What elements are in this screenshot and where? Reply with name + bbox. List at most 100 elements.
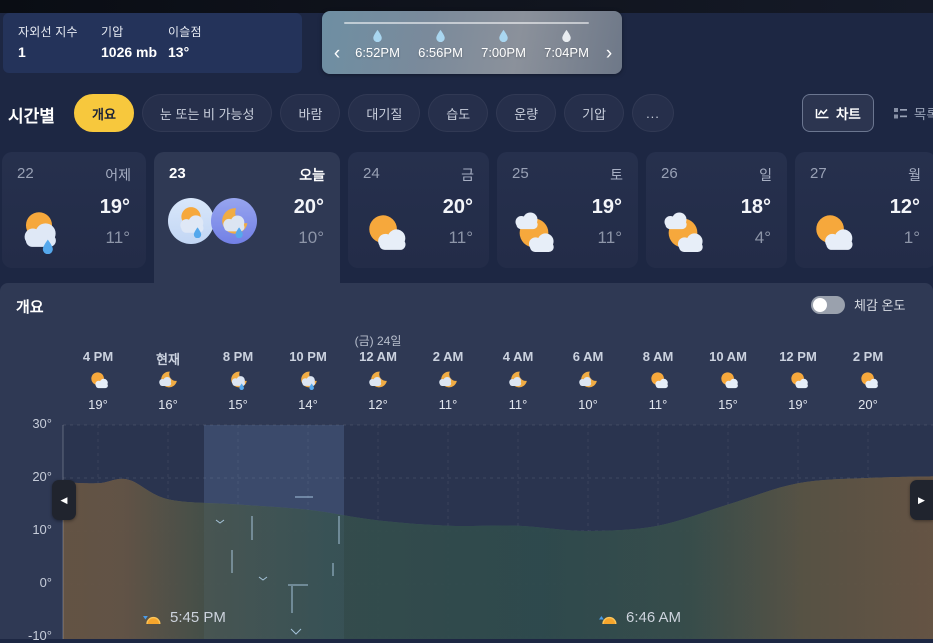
hour-time-label: 2 AM <box>432 349 464 364</box>
weather-app: { "current_stats": { "items": [ {"label"… <box>0 0 933 643</box>
hour-column-10am[interactable]: 10 AM 15° <box>693 349 763 412</box>
chart-scroll-next-button[interactable]: ▶ <box>910 480 933 520</box>
hour-temp-label: 11° <box>648 397 668 412</box>
precip-progress-line <box>344 22 589 24</box>
hour-column-현재[interactable]: 현재 16° <box>133 349 203 412</box>
card-high-temp: 18° <box>740 196 771 218</box>
card-low-temp: 10° <box>298 228 324 247</box>
precip-entry: 7:04PM <box>535 29 598 60</box>
sun-cloud-icon <box>88 369 109 393</box>
chart-scroll-prev-button[interactable]: ◀ <box>52 480 76 520</box>
card-icons <box>168 198 257 244</box>
card-day-number: 24 <box>363 165 380 182</box>
stat-value: 1 <box>18 44 26 60</box>
view-btn-label: 차트 <box>836 107 861 122</box>
hour-column-8am[interactable]: 8 AM 11° <box>623 349 693 412</box>
metric-pill-운량[interactable]: 운량 <box>496 94 557 132</box>
stat-label: 기압 <box>101 25 124 39</box>
hour-column-4pm[interactable]: 4 PM 19° <box>63 349 133 412</box>
day-card-24[interactable]: 24 금 20° 11° <box>348 152 489 268</box>
hour-temp-label: 20° <box>858 397 878 412</box>
hour-temp-label: 19° <box>788 397 808 412</box>
metric-pill-바람[interactable]: 바람 <box>280 94 341 132</box>
card-day-number: 26 <box>661 165 678 182</box>
metric-pill-눈 또는 비 가능성[interactable]: 눈 또는 비 가능성 <box>141 94 273 132</box>
hour-time-label: 8 AM <box>642 349 674 364</box>
list-icon <box>893 108 907 119</box>
chart-view-button[interactable]: 차트 <box>802 94 874 132</box>
card-high-temp: 19° <box>99 196 130 218</box>
precip-next-button[interactable]: › <box>600 41 618 67</box>
precip-prev-button[interactable]: ‹ <box>328 41 346 67</box>
card-day-number: 22 <box>17 165 34 182</box>
card-low-temp: 4° <box>754 228 771 247</box>
raindrop-icon <box>562 29 571 42</box>
day-card-26[interactable]: 26 일 18° 4° <box>646 152 787 268</box>
moon-cloud-icon <box>368 369 389 393</box>
card-day-number: 27 <box>810 165 827 182</box>
temperature-area-chart-svg <box>62 424 933 639</box>
hour-column-6am[interactable]: 6 AM 10° <box>553 349 623 412</box>
chart-list-view-toggle: 차트 목록 <box>802 94 933 132</box>
stat-label: 자외선 지수 <box>18 25 78 39</box>
hour-column-8pm[interactable]: 8 PM 15° <box>203 349 273 412</box>
precip-entry: 7:00PM <box>472 29 535 60</box>
moon-cloud-icon <box>508 369 529 393</box>
precip-time: 7:04PM <box>544 45 589 60</box>
y-axis-tick: -10° <box>28 628 52 643</box>
day-card-27[interactable]: 27 월 12° 1° <box>795 152 933 268</box>
card-day-number: 25 <box>512 165 529 182</box>
hour-temp-label: 19° <box>88 397 108 412</box>
card-icons <box>16 208 62 259</box>
metric-pill-습도[interactable]: 습도 <box>428 94 489 132</box>
card-low-temp: 11° <box>105 228 130 247</box>
hour-temp-label: 11° <box>438 397 458 412</box>
moon-cloud-icon <box>438 369 459 393</box>
hour-column-2am[interactable]: 2 AM 11° <box>413 349 483 412</box>
hour-time-label: 12 AM <box>359 349 397 364</box>
card-high-temp: 20° <box>442 196 473 218</box>
card-day-number: 23 <box>169 165 186 182</box>
hour-column-10pm[interactable]: 10 PM 14° <box>273 349 343 412</box>
card-low-temp: 1° <box>903 228 920 247</box>
stat-label: 이슬점 <box>168 25 202 39</box>
day-divider-label: (금) 24일 <box>354 334 402 348</box>
hour-temp-label: 12° <box>368 397 388 412</box>
precip-time: 7:00PM <box>481 45 526 60</box>
hour-column-12pm[interactable]: 12 PM 19° <box>763 349 833 412</box>
sunrise-time: 6:46 AM <box>626 609 682 626</box>
moon-cloud-icon <box>578 369 599 393</box>
hour-time-label: 8 PM <box>222 349 254 364</box>
card-weekday: 일 <box>759 167 772 183</box>
metric-pill-기압[interactable]: 기압 <box>564 94 625 132</box>
card-high-temp: 12° <box>889 196 920 218</box>
sunrise-icon <box>599 616 617 625</box>
stat-pressure: 기압 1026 mb <box>101 23 157 60</box>
sun-cloud-icon <box>362 208 408 259</box>
metric-pill-대기질[interactable]: 대기질 <box>348 94 421 132</box>
day-weather-icon <box>168 198 214 244</box>
metric-pill-개요[interactable]: 개요 <box>74 94 134 132</box>
day-card-22[interactable]: 22 어제 19° 11° <box>2 152 146 268</box>
hour-time-label: 6 AM <box>572 349 604 364</box>
sun-cloud-icon <box>718 369 739 393</box>
day-card-25[interactable]: 25 토 19° 11° <box>497 152 638 268</box>
day-card-23[interactable]: 23 오늘 20° 10° <box>154 152 340 283</box>
sunrise-marker: 6:46 AM <box>597 609 681 626</box>
raindrop-icon <box>373 29 382 42</box>
hour-temp-label: 15° <box>718 397 738 412</box>
hour-temp-label: 16° <box>158 397 178 412</box>
sunset-time: 5:45 PM <box>170 609 226 626</box>
hour-column-4am[interactable]: 4 AM 11° <box>483 349 553 412</box>
hourly-metric-pills: 개요 눈 또는 비 가능성 바람 대기질 습도 운량 기압... <box>74 94 674 132</box>
raindrop-icon <box>436 29 445 42</box>
hour-column-2pm[interactable]: 2 PM 20° <box>833 349 903 412</box>
hour-column-12am[interactable]: 12 AM 12° <box>343 349 413 412</box>
metric-pill-more[interactable]: ... <box>632 94 674 132</box>
list-view-button[interactable]: 목록 <box>880 94 933 132</box>
y-axis-tick: 30° <box>32 416 52 431</box>
hour-time-label: 12 PM <box>779 349 817 364</box>
stat-dew-point: 이슬점 13° <box>168 23 202 60</box>
precip-timeline-panel: ‹ 6:52PM 6:56PM 7:00PM 7:04PM › <box>322 11 622 74</box>
card-high-temp: 20° <box>293 196 324 218</box>
